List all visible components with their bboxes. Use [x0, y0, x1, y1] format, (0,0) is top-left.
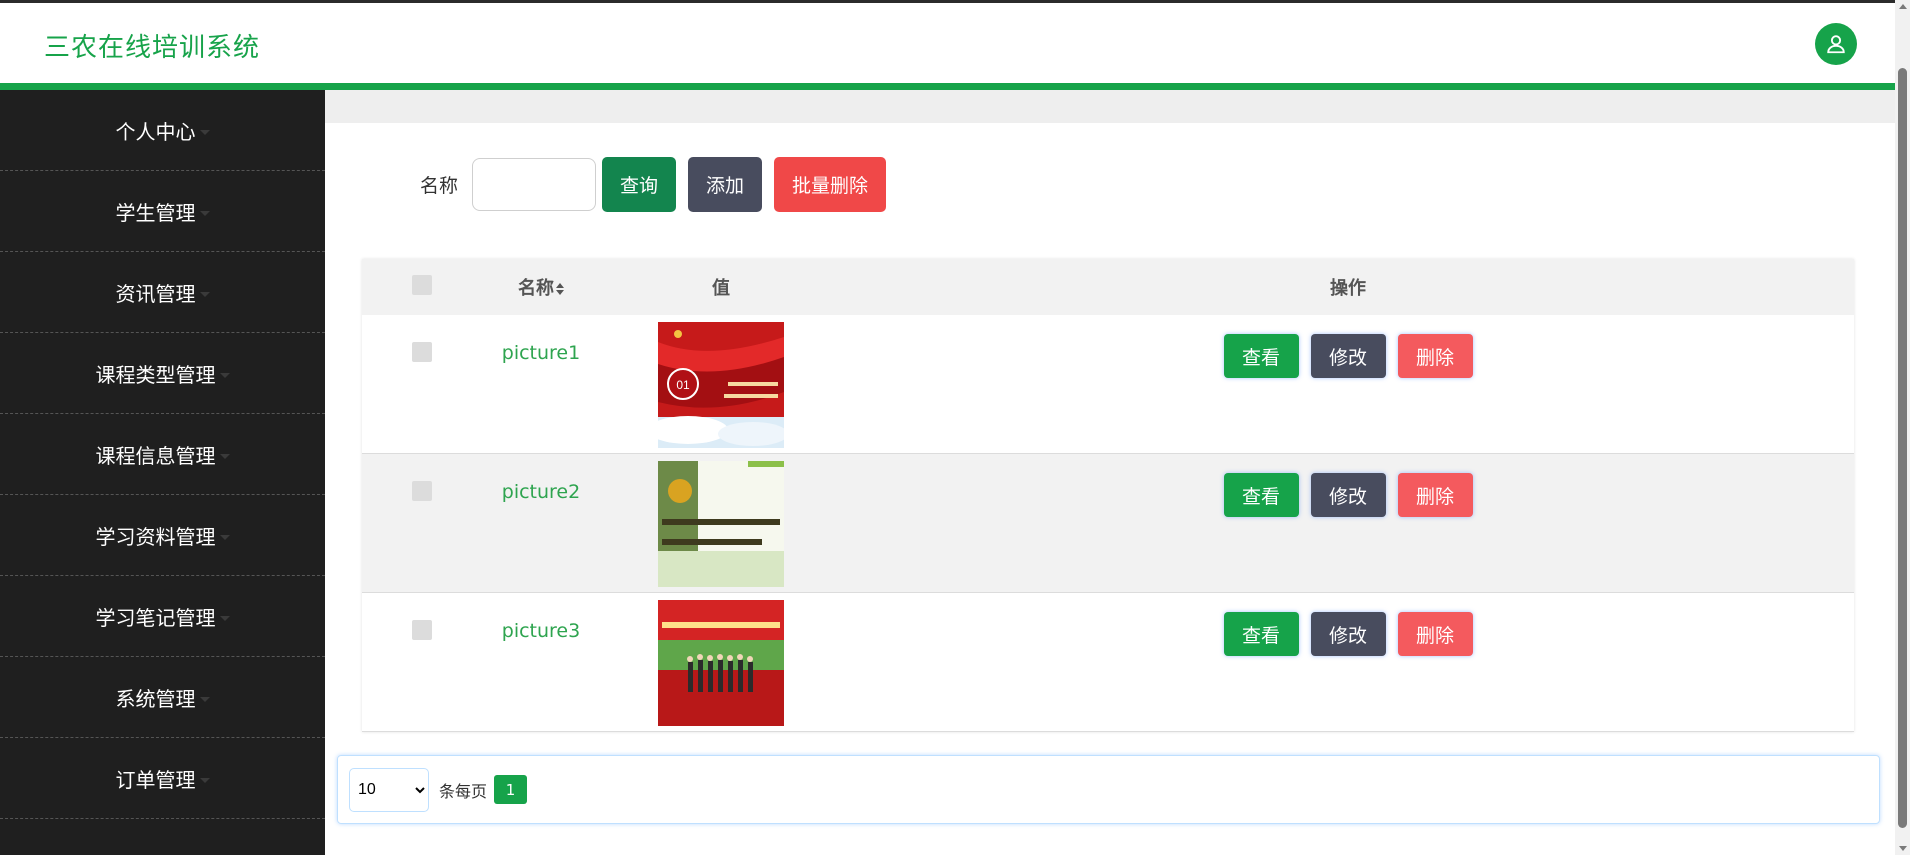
search-bar: 名称 查询 添加 批量删除	[420, 157, 887, 212]
header-accent-bar	[0, 83, 1895, 90]
sidebar-item-course-info-management[interactable]: 课程信息管理	[0, 414, 325, 495]
sidebar-item-label: 学习笔记管理	[95, 605, 216, 630]
page-number-button[interactable]: 1	[494, 775, 528, 804]
scroll-down-arrow-icon[interactable]	[1899, 846, 1907, 851]
caret-down-icon	[199, 777, 210, 783]
per-page-label: 条每页	[439, 781, 488, 801]
caret-down-icon	[199, 291, 210, 297]
caret-down-icon	[219, 372, 230, 378]
sort-icon	[556, 283, 564, 295]
view-button[interactable]: 查看	[1223, 473, 1299, 517]
caret-down-icon	[199, 696, 210, 702]
column-header-name[interactable]: 名称	[482, 259, 600, 315]
view-button[interactable]: 查看	[1223, 612, 1299, 656]
column-header-value: 值	[712, 278, 730, 299]
sidebar-item-label: 学生管理	[115, 200, 196, 225]
scrollbar-thumb[interactable]	[1898, 68, 1907, 828]
app-header: 三农在线培训系统	[0, 0, 1895, 90]
delete-button[interactable]: 删除	[1397, 473, 1473, 517]
app-title: 三农在线培训系统	[44, 33, 261, 63]
caret-down-icon	[199, 129, 210, 135]
row-image	[658, 461, 784, 587]
pagination: 10 条每页 1	[337, 755, 1880, 824]
sidebar-item-label: 课程类型管理	[95, 362, 216, 387]
sidebar-item-system-management[interactable]: 系统管理	[0, 657, 325, 738]
row-name: picture2	[501, 481, 581, 503]
table-row: picture1 01 查看 修改 删除	[362, 315, 1854, 454]
caret-down-icon	[219, 453, 230, 459]
caret-down-icon	[199, 210, 210, 216]
select-all-checkbox[interactable]	[412, 274, 432, 295]
row-checkbox[interactable]	[412, 481, 432, 501]
search-input[interactable]	[472, 158, 597, 211]
sidebar-item-course-type-management[interactable]: 课程类型管理	[0, 333, 325, 414]
query-button[interactable]: 查询	[602, 157, 677, 212]
caret-down-icon	[219, 615, 230, 621]
delete-button[interactable]: 删除	[1397, 612, 1473, 656]
scroll-up-arrow-icon[interactable]	[1899, 4, 1907, 9]
search-label: 名称	[420, 175, 459, 197]
row-name: picture1	[501, 342, 581, 364]
caret-down-icon	[219, 534, 230, 540]
vertical-scrollbar[interactable]	[1895, 0, 1910, 855]
row-checkbox[interactable]	[412, 620, 432, 640]
edit-button[interactable]: 修改	[1310, 473, 1386, 517]
page-size-select[interactable]: 10	[349, 767, 429, 812]
sidebar-item-study-notes-management[interactable]: 学习笔记管理	[0, 576, 325, 657]
edit-button[interactable]: 修改	[1310, 334, 1386, 378]
user-avatar[interactable]	[1815, 23, 1857, 65]
user-icon	[1827, 35, 1845, 54]
column-header-ops: 操作	[1330, 278, 1366, 299]
svg-text:01: 01	[676, 378, 690, 392]
sidebar-item-label: 学习资料管理	[95, 524, 216, 549]
row-image: 01	[658, 322, 784, 448]
sidebar-item-label: 资讯管理	[115, 281, 196, 306]
delete-button[interactable]: 删除	[1397, 334, 1473, 378]
row-name: picture3	[501, 620, 581, 642]
add-button[interactable]: 添加	[688, 157, 763, 212]
row-image	[658, 600, 784, 726]
row-checkbox[interactable]	[412, 342, 432, 362]
sidebar-item-label: 订单管理	[115, 767, 196, 792]
sidebar: 个人中心 学生管理 资讯管理 课程类型管理 课程信息管理 学习资料管理 学习笔记…	[0, 90, 325, 855]
sidebar-item-news-management[interactable]: 资讯管理	[0, 252, 325, 333]
edit-button[interactable]: 修改	[1310, 612, 1386, 656]
sidebar-item-label: 个人中心	[115, 119, 196, 144]
sidebar-item-order-management[interactable]: 订单管理	[0, 738, 325, 819]
data-table: 名称 值 操作 picture1 01 查看 修改 删除 picture2 查看…	[362, 259, 1854, 732]
breadcrumb	[325, 90, 1895, 123]
sidebar-item-study-material-management[interactable]: 学习资料管理	[0, 495, 325, 576]
view-button[interactable]: 查看	[1223, 334, 1299, 378]
table-header-row: 名称 值 操作	[362, 259, 1854, 315]
table-row: picture2 查看 修改 删除	[362, 453, 1854, 593]
sidebar-item-student-management[interactable]: 学生管理	[0, 171, 325, 252]
sidebar-item-label: 系统管理	[115, 686, 196, 711]
sidebar-item-personal-center[interactable]: 个人中心	[0, 90, 325, 171]
table-row: picture3 查看 修改 删除	[362, 593, 1854, 732]
sidebar-item-label: 课程信息管理	[95, 443, 216, 468]
batch-delete-button[interactable]: 批量删除	[774, 157, 887, 212]
